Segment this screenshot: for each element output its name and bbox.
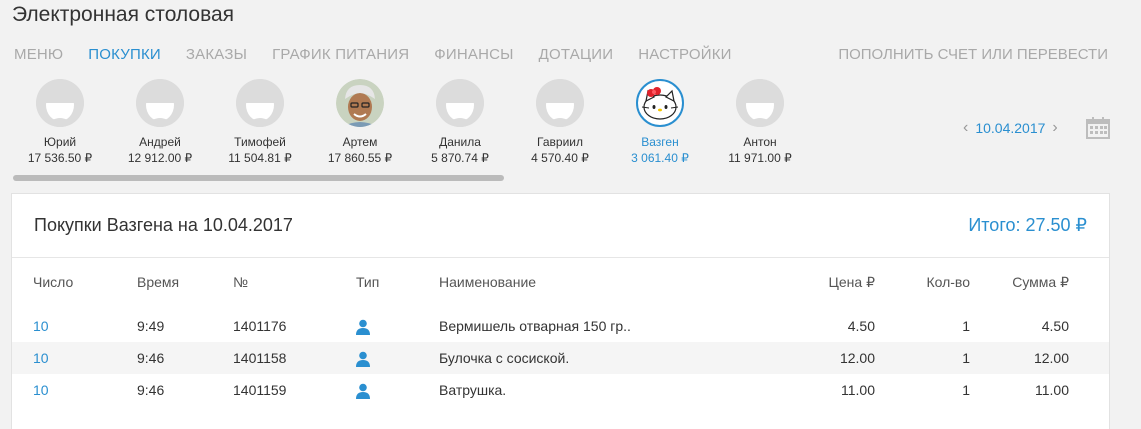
col-header-name: Наименование <box>439 274 537 290</box>
row-qty: 1 <box>962 350 970 366</box>
photo-avatar <box>336 79 384 127</box>
person-name: Гавриил <box>537 135 583 149</box>
person-name: Данила <box>439 135 481 149</box>
person-name: Андрей <box>139 135 181 149</box>
divider <box>12 257 1109 258</box>
row-number: 1401158 <box>233 350 287 366</box>
row-qty: 1 <box>962 318 970 334</box>
hello-kitty-avatar <box>636 79 684 127</box>
row-sum: 4.50 <box>1041 318 1069 334</box>
row-number: 1401176 <box>233 318 287 334</box>
date-selector: ‹ 10.04.2017 › <box>963 119 1058 137</box>
row-item-name: Ватрушка. <box>439 382 507 398</box>
person-card-gavriil[interactable]: Гавриил 4 570.40 ₽ <box>510 79 610 165</box>
nav-tab-meal-schedule[interactable]: ГРАФИК ПИТАНИЯ <box>272 46 409 63</box>
person-name: Антон <box>743 135 777 149</box>
person-name: Артем <box>342 135 378 149</box>
col-header-day: Число <box>33 274 74 290</box>
nav-tab-menu[interactable]: МЕНЮ <box>14 46 63 63</box>
person-icon <box>356 374 370 406</box>
person-icon <box>356 310 370 342</box>
col-header-time: Время <box>137 274 180 290</box>
person-card-andrey[interactable]: Андрей 12 912.00 ₽ <box>110 79 210 165</box>
row-price: 4.50 <box>847 318 875 334</box>
calendar-icon[interactable] <box>1086 117 1110 144</box>
person-balance: 17 536.50 ₽ <box>27 151 93 165</box>
person-card-yuriy[interactable]: Юрий 17 536.50 ₽ <box>10 79 110 165</box>
person-card-danila[interactable]: Данила 5 870.74 ₽ <box>410 79 510 165</box>
row-sum: 11.00 <box>1035 382 1069 398</box>
table-row: 10 9:46 1401159 Ватрушка. 11.00 1 11.00 <box>12 374 1109 406</box>
row-number: 1401159 <box>233 382 287 398</box>
default-avatar-icon <box>136 79 184 127</box>
people-scrollbar[interactable] <box>13 175 504 181</box>
col-header-qty: Кол-во <box>926 274 970 290</box>
person-balance: 11 971.00 ₽ <box>728 151 792 165</box>
default-avatar-icon <box>236 79 284 127</box>
person-card-artem[interactable]: Артем 17 860.55 ₽ <box>310 79 410 165</box>
default-avatar-icon <box>436 79 484 127</box>
col-header-number: № <box>233 274 249 290</box>
row-day-link[interactable]: 10 <box>33 374 49 406</box>
default-avatar-icon <box>736 79 784 127</box>
person-card-anton[interactable]: Антон 11 971.00 ₽ <box>710 79 810 165</box>
nav-tab-subsidies[interactable]: ДОТАЦИИ <box>539 46 614 63</box>
purchases-title: Покупки Вазгена на 10.04.2017 <box>34 215 293 235</box>
row-day-link[interactable]: 10 <box>33 310 49 342</box>
person-balance: 17 860.55 ₽ <box>327 151 393 165</box>
main-nav: МЕНЮ ПОКУПКИ ЗАКАЗЫ ГРАФИК ПИТАНИЯ ФИНАН… <box>14 46 757 63</box>
nav-tab-settings[interactable]: НАСТРОЙКИ <box>638 46 731 63</box>
row-time: 9:46 <box>137 350 165 366</box>
person-balance: 12 912.00 ₽ <box>127 151 193 165</box>
table-header-row: Число Время № Тип Наименование Цена ₽ Ко… <box>12 266 1109 298</box>
person-icon <box>356 342 370 374</box>
table-row: 10 9:49 1401176 Вермишель отварная 150 г… <box>12 310 1109 342</box>
row-time: 9:46 <box>137 382 165 398</box>
nav-tab-purchases[interactable]: ПОКУПКИ <box>88 46 161 63</box>
person-balance: 4 570.40 ₽ <box>531 151 589 165</box>
purchases-panel: Покупки Вазгена на 10.04.2017 Итого: 27.… <box>11 193 1110 429</box>
nav-tab-orders[interactable]: ЗАКАЗЫ <box>186 46 247 63</box>
row-price: 12.00 <box>839 350 875 366</box>
person-name: Юрий <box>43 135 77 149</box>
app-title: Электронная столовая <box>12 3 235 26</box>
row-time: 9:49 <box>137 318 165 334</box>
row-item-name: Вермишель отварная 150 гр.. <box>439 318 631 334</box>
row-qty: 1 <box>962 382 970 398</box>
col-header-sum: Сумма ₽ <box>1012 274 1069 290</box>
person-card-timofey[interactable]: Тимофей 11 504.81 ₽ <box>210 79 310 165</box>
default-avatar-icon <box>536 79 584 127</box>
col-header-price: Цена ₽ <box>828 274 875 290</box>
default-avatar-icon <box>36 79 84 127</box>
row-price: 11.00 <box>841 382 875 398</box>
person-balance: 3 061.40 ₽ <box>631 151 689 165</box>
person-name: Вазген <box>641 135 679 149</box>
people-carousel: Юрий 17 536.50 ₽ Андрей 12 912.00 ₽ Тимо… <box>10 79 810 179</box>
row-sum: 12.00 <box>1033 350 1069 366</box>
chevron-left-icon[interactable]: ‹ <box>963 119 968 137</box>
nav-tab-finances[interactable]: ФИНАНСЫ <box>434 46 513 63</box>
person-balance: 11 504.81 ₽ <box>228 151 292 165</box>
person-name: Тимофей <box>234 135 286 149</box>
current-date[interactable]: 10.04.2017 <box>975 120 1045 136</box>
table-row: 10 9:46 1401158 Булочка с сосиской. 12.0… <box>12 342 1109 374</box>
col-header-type: Тип <box>356 274 380 290</box>
row-item-name: Булочка с сосиской. <box>439 350 570 366</box>
person-card-vazgen[interactable]: Вазген 3 061.40 ₽ <box>610 79 710 165</box>
purchases-total: Итого: 27.50 ₽ <box>968 215 1087 235</box>
top-up-link[interactable]: ПОПОЛНИТЬ СЧЕТ ИЛИ ПЕРЕВЕСТИ <box>838 46 1108 63</box>
row-day-link[interactable]: 10 <box>33 342 49 374</box>
chevron-right-icon[interactable]: › <box>1052 119 1057 137</box>
person-balance: 5 870.74 ₽ <box>431 151 489 165</box>
